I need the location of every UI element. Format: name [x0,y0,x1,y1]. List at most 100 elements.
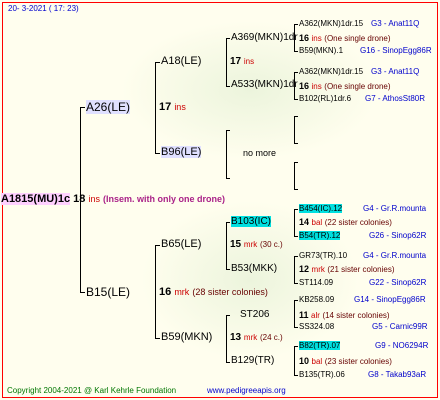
gen2-suffix: ins [243,57,255,66]
gen2-entry[interactable]: B65(LE) [161,238,201,251]
gen2-entry[interactable]: B96(LE) [161,146,202,159]
gen4-entry[interactable]: B54(TR).12 [299,230,341,241]
gen4-entry[interactable]: B82(TR).07 [299,340,341,351]
gen3-num: 14 [299,217,310,227]
gen2-suffix: mrk [243,333,258,342]
root-entry[interactable]: A1815(MU)1c 18 ins (Insem. with only one… [1,192,225,206]
gen1-num: 17 [159,101,172,113]
connector-line [226,130,227,178]
gen3-entry[interactable]: ST206 [240,309,269,321]
footer-copyright: Copyright 2004-2021 @ Karl Kehrle Founda… [7,386,177,395]
connector-line [155,153,160,154]
gen3-entry[interactable]: A369(MKN)1dr [231,32,298,44]
gen4-code: G8 - Takab93aR [368,370,427,379]
gen4-entry[interactable]: A362(MKN)1dr.15 [299,66,363,77]
gen3-suffix: ins [311,82,322,91]
gen3-entry[interactable]: B53(MKK) [231,263,277,275]
root-note: (Insem. with only one drone) [103,194,226,204]
gen2-suffix: mrk [243,240,258,249]
gen3-info: 10 bal (23 sister colonies) [299,355,392,368]
gen3-num: 12 [299,264,310,274]
gen4-entry[interactable]: GR73(TR).10 [299,250,347,261]
gen4-entry[interactable]: B454(IC).12 [299,203,343,214]
gen4-entry[interactable]: A362(MKN)1dr.15 [299,18,363,29]
gen4-code: G3 - Anat11Q [371,19,420,28]
gen3-suffix: ins [311,34,322,43]
gen4-code: G3 - Anat11Q [371,67,420,76]
gen3-note: (14 sister colonies) [322,311,390,320]
gen4-name: KB258.09 [299,295,335,304]
gen2-info: 15 mrk (30 c.) [230,239,283,251]
gen4-entry[interactable]: ST114.09 [299,277,333,288]
gen2-info: 17 ins [230,56,254,68]
gen3-entry[interactable]: B103(IC) [231,216,272,228]
gen3-name: A533(MKN)1dr [231,79,298,90]
gen1-name: B15(LE) [86,285,131,299]
gen3-num: 16 [299,33,310,43]
connector-line [155,62,160,63]
gen4-name: A362(MKN)1dr.15 [299,67,364,76]
gen4-code: G16 - SinopEgg86R [360,46,432,55]
footer-url-link[interactable]: www.pedigreeapis.org [207,385,286,396]
gen3-info: 16 ins (One single drone) [299,80,391,93]
connector-line [294,283,298,284]
pedigree-page: { "header": { "date": "20- 3-2021 ( 17: … [0,0,440,400]
gen3-note: (23 sister colonies) [324,357,392,366]
gen4-entry[interactable]: KB258.09 [299,294,334,305]
gen3-name: B103(IC) [231,216,272,227]
connector-line [226,222,230,223]
gen4-name: ST114.09 [299,278,334,287]
connector-line [226,269,230,270]
gen2-entry[interactable]: B59(MKN) [161,331,212,344]
gen3-note: (21 sister colonies) [327,265,395,274]
gen2-info: 13 mrk (24 c.) [230,332,283,344]
gen4-code: G26 - Sinop62R [369,231,427,240]
gen4-code: G7 - AthosSt80R [365,94,426,103]
gen2-entry[interactable]: A18(LE) [161,55,201,68]
gen3-note: (22 sister colonies) [324,218,392,227]
gen3-suffix: bal [311,357,323,366]
gen3-note: (One single drone) [324,34,391,43]
root-suffix: ins [88,194,100,204]
gen4-name: B454(IC).12 [299,204,343,213]
gen4-entry[interactable]: B102(RL)1dr.6 [299,93,351,104]
gen2-name: B65(LE) [161,238,202,250]
gen1-entry[interactable]: A26(LE) [86,100,131,114]
gen2-note: (30 c.) [260,240,283,249]
gen1-entry[interactable]: B15(LE) [86,285,130,299]
gen4-name: GR73(TR).10 [299,251,348,260]
connector-line [155,338,160,339]
gen1-name: A26(LE) [86,100,131,114]
gen3-info: 16 ins (One single drone) [299,32,391,45]
gen2-num: 13 [230,332,242,343]
gen3-name: B129(TR) [231,355,275,366]
gen3-num: 11 [299,310,309,320]
gen4-code: G5 - Carnic99R [372,322,428,331]
gen4-code: G4 - Gr.R.mounta [363,251,427,260]
connector-line [226,130,230,131]
connector-line [80,107,81,292]
connector-line [294,72,298,73]
gen3-entry[interactable]: B129(TR) [231,355,274,367]
gen3-suffix: alr [311,311,320,320]
gen4-entry[interactable]: B59(MKN).1 [299,45,343,56]
root-name: A1815(MU)1c [1,193,71,205]
gen3-suffix: bal [311,218,323,227]
gen3-num: 16 [299,81,310,91]
connector-line [294,162,295,189]
connector-line [226,38,230,39]
connector-line [294,99,298,100]
gen3-name: B53(MKK) [231,263,278,274]
connector-line [294,346,298,347]
gen3-info: 14 bal (22 sister colonies) [299,216,392,229]
gen1-num: 16 [159,286,172,298]
gen3-name: ST206 [240,309,270,320]
gen4-entry[interactable]: B135(TR).06 [299,369,345,380]
gen4-entry[interactable]: SS324.08 [299,321,334,332]
gen4-code: G22 - Sinop62R [369,278,427,287]
gen3-entry[interactable]: A533(MKN)1dr [231,79,298,91]
connector-line [226,222,227,269]
connector-line [294,375,298,376]
connector-line [294,209,295,236]
connector-line [80,107,85,108]
